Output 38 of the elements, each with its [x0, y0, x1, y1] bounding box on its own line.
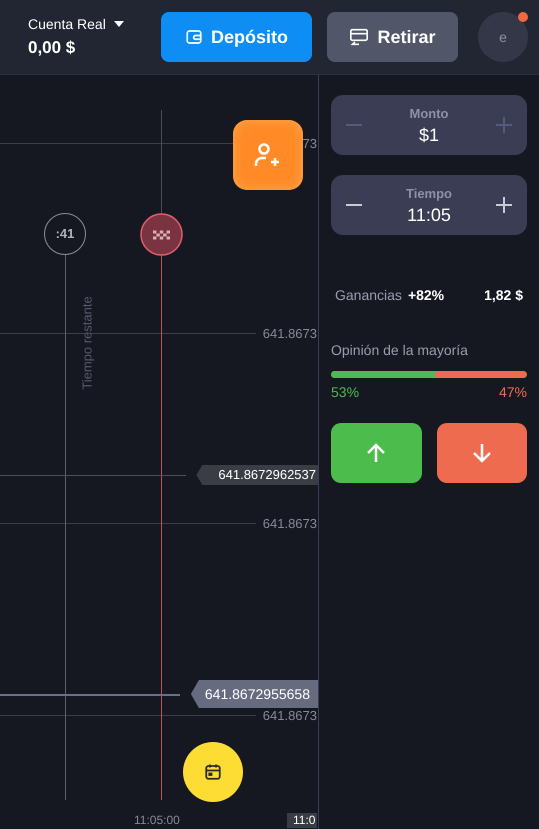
- stepper-label: Tiempo: [406, 185, 452, 203]
- avatar[interactable]: e: [478, 12, 528, 62]
- price-grid-label: 641.8673: [262, 517, 317, 530]
- finish-flag-marker-icon: [140, 213, 183, 256]
- down-percent: 47%: [498, 383, 527, 402]
- price-tag: 641.8672955658: [190, 680, 318, 708]
- payout-percent: +82%: [408, 286, 444, 305]
- arrow-up-icon: [365, 442, 388, 464]
- account-selector[interactable]: Cuenta Real: [28, 14, 161, 35]
- countdown-timer: :41: [44, 213, 86, 255]
- up-percent: 53%: [331, 383, 360, 402]
- sentiment-title: Opinión de la mayoría: [331, 341, 469, 360]
- stepper-label: Monto: [410, 105, 448, 123]
- stepper-value: 11:05: [407, 204, 451, 226]
- timer-caption: Tiempo restante: [78, 295, 96, 390]
- wallet-icon: [184, 28, 203, 46]
- time-tag: 11:0: [287, 813, 318, 828]
- calendar-icon: [204, 763, 222, 781]
- price-grid-label: 641.8673: [262, 327, 317, 340]
- price-grid-label: 641.8673: [262, 709, 317, 722]
- sell-down-button[interactable]: [436, 423, 527, 483]
- add-friend-button[interactable]: [233, 120, 303, 190]
- card-arrow-icon: [349, 28, 370, 46]
- stepper-value: $1: [418, 124, 439, 146]
- minus-icon: [345, 124, 363, 126]
- time-axis-label: 11:05:00: [134, 813, 180, 828]
- plus-icon: [495, 196, 513, 214]
- plus-icon: [494, 116, 513, 134]
- withdraw-button[interactable]: Retirar: [327, 12, 458, 62]
- caret-icon: [114, 20, 124, 28]
- add-user-icon: [254, 142, 282, 168]
- payout-amount: 1,82 $: [484, 286, 523, 305]
- price-grid-label: 73: [302, 137, 317, 150]
- minus-icon: [345, 204, 363, 206]
- payout-label: Ganancias: [335, 286, 402, 305]
- balance: 0,00 $: [28, 36, 76, 59]
- price-tag: 641.8672962537: [196, 465, 318, 485]
- arrow-down-icon: [470, 442, 493, 464]
